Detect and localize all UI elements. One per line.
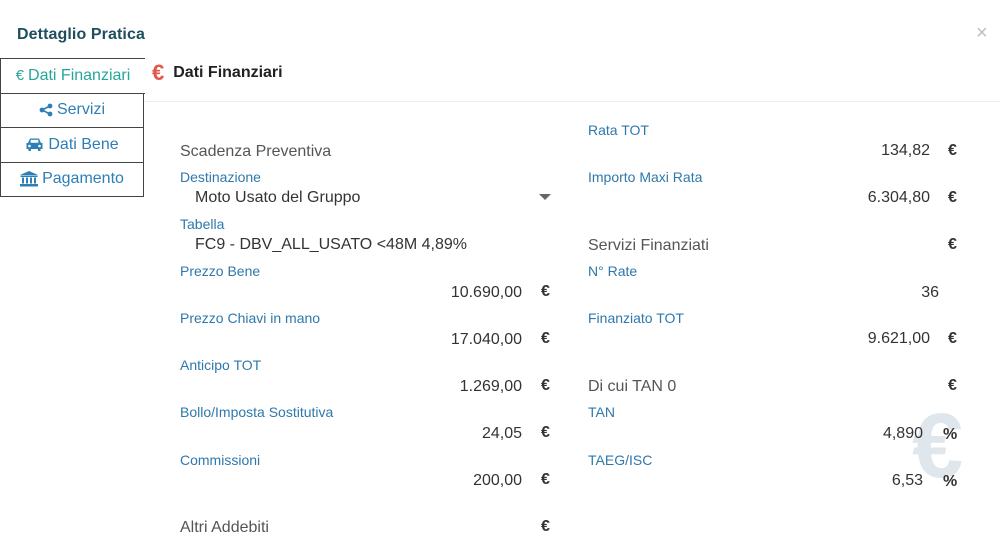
tabella-value: FC9 - DBV_ALL_USATO <48M 4,89% <box>195 236 467 253</box>
euro-icon: € <box>948 236 957 253</box>
euro-icon: € <box>541 518 550 535</box>
maxi-rata-label: Importo Maxi Rata <box>588 169 703 185</box>
euro-icon: € <box>152 60 165 85</box>
euro-icon: € <box>541 330 550 347</box>
rata-tot-value: 134,82 <box>881 142 930 159</box>
percent-icon: % <box>943 426 958 443</box>
euro-icon: € <box>541 377 550 394</box>
euro-icon: € <box>948 330 957 347</box>
anticipo-tot-value: 1.269,00 <box>459 378 522 395</box>
nav-item-label: Dati Finanziari <box>28 66 131 84</box>
nav-item-label: Pagamento <box>42 170 124 188</box>
prezzo-chiavi-label: Prezzo Chiavi in mano <box>180 310 321 326</box>
altri-addebiti-label: Altri Addebiti <box>180 519 269 536</box>
bank-icon <box>20 171 39 187</box>
rata-tot-label: Rata TOT <box>588 122 649 138</box>
tan-value: 4,890 <box>882 425 923 442</box>
anticipo-tot-label: Anticipo TOT <box>180 357 262 373</box>
percent-icon: % <box>943 473 958 490</box>
car-icon <box>25 137 44 152</box>
maxi-rata-value: 6.304,80 <box>867 189 930 206</box>
chevron-down-icon[interactable] <box>539 194 551 200</box>
euro-icon: € <box>948 142 957 159</box>
side-nav: € Dati Finanziari Servizi Dati Bene Paga… <box>0 58 145 197</box>
nav-item-dati-bene[interactable]: Dati Bene <box>0 127 144 163</box>
euro-icon: € <box>15 67 25 85</box>
finanziato-tot-value: 9.621,00 <box>867 330 930 347</box>
euro-icon: € <box>541 424 550 441</box>
tan-label: TAN <box>588 404 615 420</box>
commissioni-value: 200,00 <box>473 472 522 489</box>
tan0-label: Di cui TAN 0 <box>588 378 677 395</box>
commissioni-label: Commissioni <box>180 452 261 468</box>
destinazione-select[interactable]: Moto Usato del Gruppo <box>195 189 360 207</box>
n-rate-value: 36 <box>921 284 939 301</box>
n-rate-label: N° Rate <box>588 263 638 279</box>
euro-icon: € <box>948 189 957 206</box>
destinazione-label: Destinazione <box>180 169 261 185</box>
page-title: Dettaglio Pratica <box>17 26 145 43</box>
nav-item-label: Servizi <box>56 101 105 119</box>
nav-item-label: Dati Bene <box>48 135 119 153</box>
euro-icon: € <box>541 283 550 300</box>
divider <box>145 101 1000 102</box>
prezzo-bene-label: Prezzo Bene <box>180 263 261 279</box>
section-title: Dati Finanziari <box>173 64 283 81</box>
share-icon <box>39 103 53 117</box>
euro-icon: € <box>948 377 957 394</box>
euro-icon: € <box>541 471 550 488</box>
taeg-value: 6,53 <box>891 472 923 489</box>
section-header: € Dati Finanziari <box>152 60 283 86</box>
tabella-label: Tabella <box>180 216 225 232</box>
taeg-label: TAEG/ISC <box>588 452 653 468</box>
close-icon[interactable]: × <box>976 22 988 45</box>
servizi-finanziati-label: Servizi Finanziati <box>588 237 709 254</box>
prezzo-chiavi-value: 17.040,00 <box>450 331 522 348</box>
bollo-value: 24,05 <box>481 425 522 442</box>
nav-item-pagamento[interactable]: Pagamento <box>0 161 144 197</box>
finanziato-tot-label: Finanziato TOT <box>588 310 684 326</box>
nav-item-servizi[interactable]: Servizi <box>0 92 144 128</box>
bollo-label: Bollo/Imposta Sostitutiva <box>180 404 334 420</box>
prezzo-bene-value: 10.690,00 <box>450 284 522 301</box>
scadenza-preventiva-label: Scadenza Preventiva <box>180 143 332 160</box>
nav-item-dati-finanziari[interactable]: € Dati Finanziari <box>0 58 145 94</box>
